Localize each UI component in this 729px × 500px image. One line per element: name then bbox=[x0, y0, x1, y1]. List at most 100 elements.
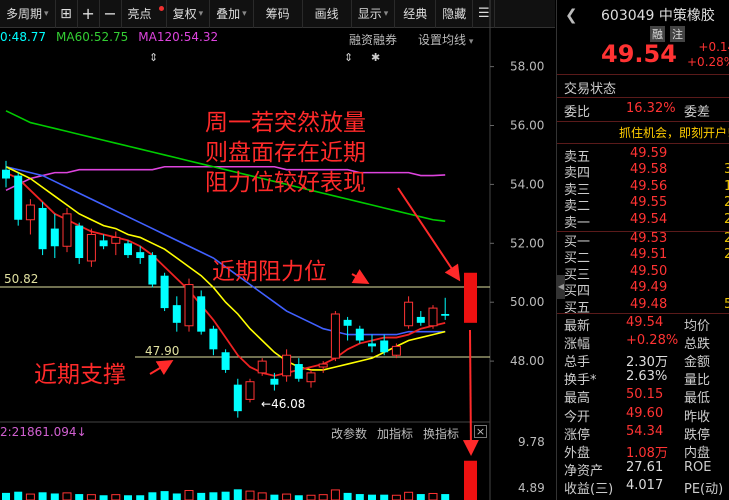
forecast-candle bbox=[464, 272, 477, 323]
divider bbox=[557, 121, 729, 122]
switch-indicator-button[interactable]: 换指标 bbox=[423, 425, 459, 442]
quote-panel: ❮ 603049 中策橡胶 融 注 49.54 +0.14 +0.28% 交易状… bbox=[556, 0, 729, 500]
stats-row: 净资产 27.61 ROE bbox=[564, 459, 729, 479]
volume-bar bbox=[282, 493, 292, 500]
stats-row: 涨幅 +0.28% 总跌 bbox=[564, 333, 729, 353]
volume-bar bbox=[428, 492, 438, 500]
volume-bar bbox=[270, 494, 279, 500]
stat-value: 1.08万 bbox=[626, 445, 668, 461]
volume-bar bbox=[38, 492, 47, 500]
stat-label: 金额 bbox=[684, 355, 711, 371]
candle-body bbox=[221, 352, 230, 370]
price-axis-label: 58.00 bbox=[510, 60, 544, 74]
candle-body bbox=[75, 225, 84, 259]
stat-label: 最低 bbox=[684, 391, 711, 407]
stat-label: 换手* bbox=[564, 373, 597, 389]
stat-value: 2.30万 bbox=[626, 355, 668, 371]
candle-body bbox=[136, 252, 145, 259]
stat-label: 最高 bbox=[564, 391, 591, 407]
support-annotation: 近期支撑 bbox=[34, 362, 126, 388]
stats-row: 最高 50.15 最低 bbox=[564, 387, 729, 407]
candle-body bbox=[330, 313, 340, 359]
stat-label: 涨幅 bbox=[564, 337, 591, 353]
candle-body bbox=[257, 360, 267, 374]
price-axis-label: 52.00 bbox=[510, 236, 544, 250]
volume-bar bbox=[318, 494, 328, 500]
order-price: 49.58 bbox=[630, 162, 668, 178]
support-level-label: 47.90 bbox=[145, 344, 180, 358]
collapse-handle[interactable]: ◀ bbox=[557, 275, 565, 299]
candle-body bbox=[86, 233, 96, 262]
order-price: 49.51 bbox=[630, 247, 668, 263]
stat-label: 内盘 bbox=[684, 445, 711, 461]
order-volume: 1 bbox=[724, 178, 729, 194]
price-axis-label: 54.00 bbox=[510, 177, 544, 191]
candle-body bbox=[306, 372, 316, 383]
candle-body bbox=[404, 301, 414, 327]
stats-row: 外盘 1.08万 内盘 bbox=[564, 442, 729, 461]
order-ratio-row: 委比 16.32% 委差 bbox=[564, 101, 711, 120]
volume-bar bbox=[294, 495, 303, 500]
candle-body bbox=[343, 319, 352, 326]
order-book-row: 卖二 49.55 2 bbox=[564, 195, 729, 214]
stat-label: 量比 bbox=[684, 373, 711, 389]
close-icon[interactable]: × bbox=[474, 425, 487, 438]
chevron-left-icon[interactable]: ❮ bbox=[565, 6, 578, 24]
volume-bar bbox=[111, 494, 121, 500]
order-book-row: 卖一 49.54 2 bbox=[564, 212, 729, 231]
divider bbox=[557, 143, 729, 144]
order-price: 49.56 bbox=[630, 178, 668, 194]
volume-bar bbox=[197, 492, 206, 500]
candle-body bbox=[38, 207, 47, 250]
candle-body bbox=[172, 305, 181, 323]
stat-label: 今开 bbox=[564, 409, 591, 425]
order-price: 49.49 bbox=[630, 280, 668, 296]
stats-row: 换手* 2.63% 量比 bbox=[564, 369, 729, 389]
candle-body bbox=[111, 236, 121, 244]
order-volume: 2 bbox=[724, 195, 729, 211]
stat-value: 49.60 bbox=[626, 405, 664, 421]
candle-body bbox=[368, 343, 376, 347]
volume-bar bbox=[148, 492, 157, 500]
open-account-link[interactable]: 抓住机会，即刻开户! bbox=[619, 124, 729, 141]
resistance-arrow bbox=[351, 269, 370, 284]
volume-bar bbox=[75, 494, 84, 500]
volume-bar bbox=[233, 489, 242, 500]
volume-bar bbox=[172, 493, 181, 500]
stat-label: 收益(三) bbox=[564, 481, 614, 497]
stat-value: 4.017 bbox=[626, 477, 664, 493]
candle-body bbox=[124, 243, 132, 256]
order-price: 49.59 bbox=[630, 146, 668, 161]
candle-body bbox=[25, 204, 35, 221]
candle-body bbox=[245, 381, 255, 400]
volume-bar bbox=[391, 494, 401, 500]
candle-body bbox=[441, 313, 450, 316]
order-level-label: 卖一 bbox=[564, 215, 591, 231]
volume-bar bbox=[160, 491, 169, 500]
volume-bar bbox=[355, 494, 364, 500]
candle-body bbox=[270, 378, 279, 385]
order-book-row: 买一 49.53 2 bbox=[564, 231, 729, 250]
stock-code-name: 603049 中策橡胶 bbox=[601, 8, 715, 24]
volume-bar bbox=[380, 494, 389, 500]
last-price: 49.54 bbox=[601, 40, 677, 68]
volume-bar bbox=[99, 495, 108, 500]
candle-body bbox=[233, 384, 242, 412]
stat-label: ROE bbox=[684, 459, 712, 475]
note-arrow bbox=[397, 187, 461, 282]
indicator-bar: 2:21861.094↓ 改参数 加指标 换指标 × bbox=[0, 424, 490, 442]
price-axis-label: 48.00 bbox=[510, 354, 544, 368]
resistance-annotation: 近期阻力位 bbox=[212, 259, 327, 285]
volume-bar bbox=[416, 494, 425, 500]
stats-row: 收益(三) 4.017 PE(动) bbox=[564, 477, 729, 497]
order-price: 49.55 bbox=[630, 195, 668, 211]
price-axis-label: 56.00 bbox=[510, 119, 544, 133]
edit-params-button[interactable]: 改参数 bbox=[331, 425, 367, 442]
order-price: 49.50 bbox=[630, 263, 668, 279]
order-book-row: 买五 49.48 5 bbox=[564, 297, 729, 316]
add-indicator-button[interactable]: 加指标 bbox=[377, 425, 413, 442]
trade-state-label: 交易状态 bbox=[564, 82, 617, 97]
volume-bar bbox=[306, 494, 316, 500]
order-book-row: 卖四 49.58 3 bbox=[564, 162, 729, 181]
candle-body bbox=[416, 316, 425, 323]
